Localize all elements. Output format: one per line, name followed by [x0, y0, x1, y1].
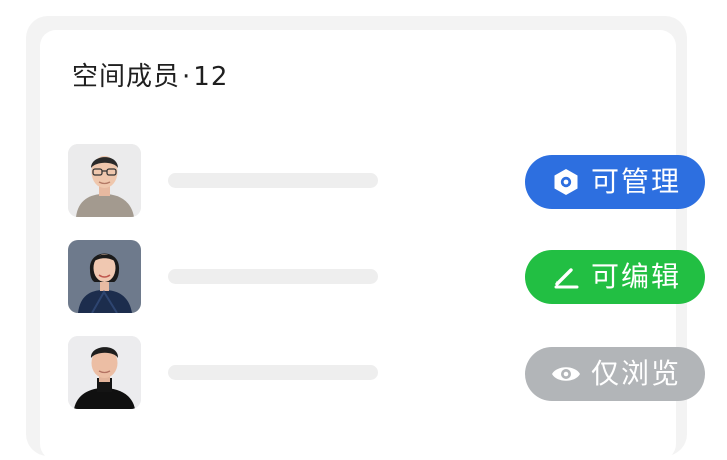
- permission-label: 仅浏览: [591, 357, 682, 390]
- eye-icon: [551, 359, 581, 389]
- person-avatar-icon: [68, 336, 141, 409]
- avatar: [68, 240, 141, 313]
- member-row[interactable]: [68, 240, 388, 314]
- view-only-permission-button[interactable]: 仅浏览: [525, 347, 705, 401]
- manage-permission-button[interactable]: 可管理: [525, 155, 705, 209]
- pencil-icon: [551, 262, 581, 292]
- member-name-placeholder: [168, 269, 378, 284]
- person-avatar-icon: [68, 240, 141, 313]
- shield-gear-icon: [551, 167, 581, 197]
- member-name-placeholder: [168, 365, 378, 380]
- member-row[interactable]: [68, 336, 388, 410]
- member-count: 12: [193, 62, 229, 92]
- avatar: [68, 336, 141, 409]
- panel-title-text: 空间成员: [72, 62, 181, 92]
- panel-title: 空间成员·12: [72, 58, 228, 96]
- edit-permission-button[interactable]: 可编辑: [525, 250, 705, 304]
- avatar: [68, 144, 141, 217]
- title-separator: ·: [182, 62, 192, 92]
- permission-label: 可管理: [591, 165, 682, 198]
- person-avatar-icon: [68, 144, 141, 217]
- permission-label: 可编辑: [591, 260, 682, 293]
- member-row[interactable]: [68, 144, 388, 218]
- member-name-placeholder: [168, 173, 378, 188]
